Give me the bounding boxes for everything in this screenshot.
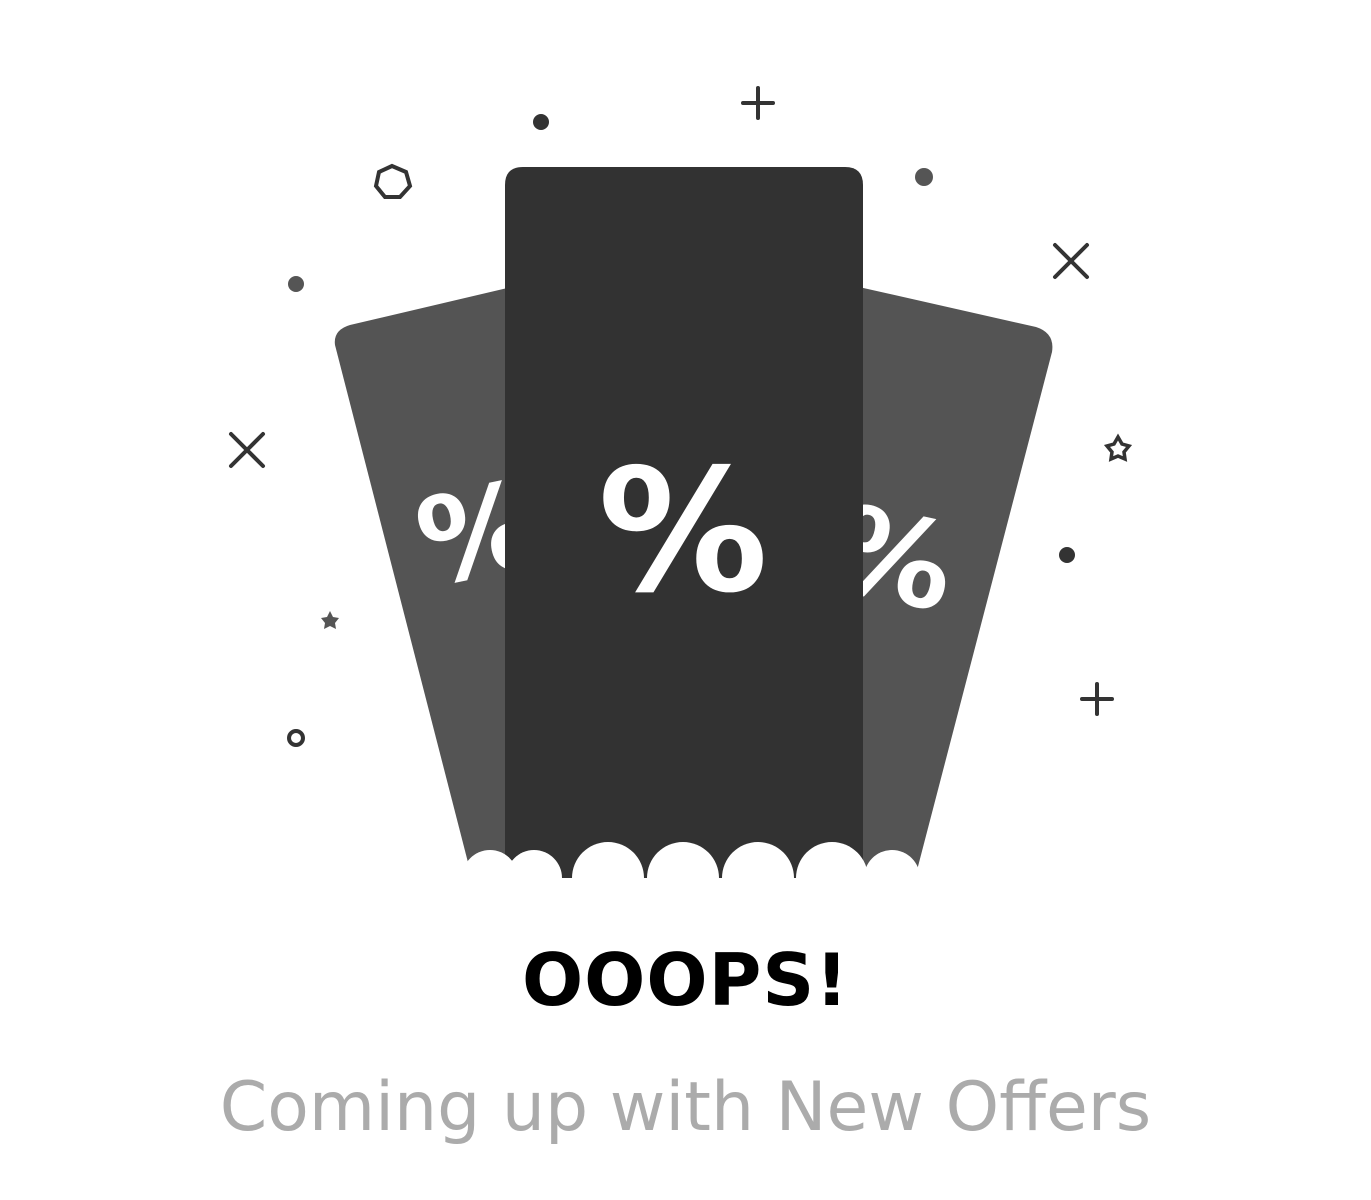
front-ticket-percent-icon: % (598, 433, 768, 631)
empty-state-message: Coming up with New Offers (219, 1068, 1152, 1147)
cross-icon-right (1053, 243, 1089, 279)
dot-icon (915, 168, 933, 186)
plus-icon-top (741, 86, 775, 120)
cross-icon-left (229, 432, 265, 468)
dot-icon (1059, 547, 1075, 563)
ring-icon (287, 729, 305, 747)
dot-icon (533, 114, 549, 130)
star-outline-icon (1103, 433, 1133, 462)
small-star-icon (321, 611, 339, 629)
offers-empty-illustration: % % % (229, 86, 1133, 878)
dot-icon (288, 276, 304, 292)
plus-icon-right (1080, 682, 1114, 716)
empty-state-title: OOOPS! (521, 938, 850, 1022)
front-ticket: % (505, 167, 863, 878)
hexagon-icon (373, 163, 413, 199)
